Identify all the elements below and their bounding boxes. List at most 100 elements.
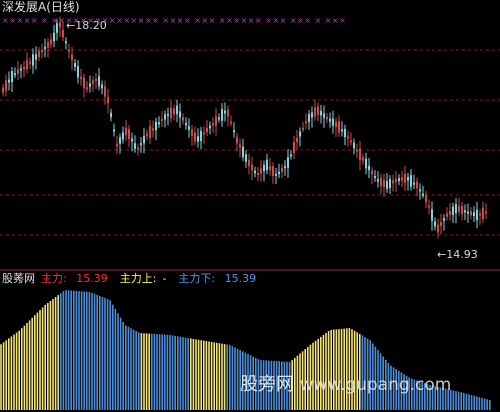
candle-body [449,210,451,215]
candle-body [392,180,394,184]
candle-body [182,117,184,121]
candle-body [149,126,151,138]
candle-body [254,170,256,174]
candle-body [131,138,133,142]
candle-body [311,112,313,118]
candle-body [155,121,157,131]
candle-body [470,211,472,216]
candle-body [17,69,19,74]
candle-body [350,140,352,143]
candle-body [119,137,121,144]
candle-body [263,164,265,172]
candle-body [5,80,7,91]
candle-body [413,182,415,185]
candle-body [221,109,223,121]
candle-body [473,212,475,217]
candle-body [224,110,226,114]
candle-body [410,174,412,187]
candle-body [218,117,220,120]
candle-body [128,128,130,140]
candle-body [407,176,409,181]
candle-body [71,54,73,61]
candle-body [416,181,418,189]
candle-body [371,170,373,175]
candle-body [464,210,466,213]
watermark: 股旁网 www.gupang.com [240,370,451,396]
candle-body [419,189,421,192]
candle-body [191,129,193,136]
candle-body [197,136,199,142]
candle-body [428,205,430,208]
candle-body [77,66,79,78]
stock-chart[interactable] [0,0,500,412]
candle-body [302,127,304,130]
candle-body [173,108,175,115]
candle-body [47,42,49,48]
candle-body [80,76,82,79]
candle-body [248,159,250,167]
candle-body [383,179,385,188]
candle-body [86,87,88,90]
candle-body [389,179,391,188]
candle-body [314,107,316,117]
candle-body [116,143,118,147]
candle-body [335,121,337,127]
candle-body [368,165,370,171]
candle-body [2,87,4,93]
candle-body [440,222,442,226]
candle-body [461,205,463,215]
candle-body [20,68,22,71]
candle-body [122,132,124,140]
candle-body [287,157,289,168]
main-label: 主力: 15.39 [41,272,108,285]
candle-body [401,177,403,181]
chart-title: 深发展A(日线) [2,0,80,14]
signal-marker-row: ××××× × ××××××××××××××× ×××× ××× ×××××× … [2,16,347,25]
candle-body [374,176,376,179]
candle-body [35,54,37,60]
candle-body [23,67,25,70]
candle-body [62,30,64,37]
candle-body [245,154,247,162]
candle-body [479,213,481,216]
candle-body [143,135,145,144]
indicator-legend: 股莠网 主力: 15.39 主力上: - 主力下: 15.39 [2,272,268,285]
candle-body [29,61,31,64]
candle-body [194,132,196,142]
candle-body [230,121,232,124]
candle-body [323,113,325,118]
candle-body [104,86,106,97]
candle-body [347,136,349,139]
candle-body [92,80,94,84]
candle-body [455,204,457,214]
candle-body [50,39,52,45]
candle-body [341,129,343,132]
candle-body [278,171,280,175]
candle-body [353,142,355,149]
candle-body [299,131,301,137]
candle-body [329,118,331,122]
low-price-marker: ←14.93 [437,248,478,261]
candle-body [65,41,67,44]
candle-body [152,128,154,131]
candle-body [437,224,439,233]
candle-body [227,109,229,117]
candle-body [272,166,274,176]
candle-body [146,133,148,137]
candle-body [362,157,364,161]
candle-body [260,168,262,174]
candle-body [233,130,235,133]
candle-body [332,118,334,126]
main-down-label: 主力下: 15.39 [178,272,257,285]
candle-body [95,78,97,81]
candle-body [167,113,169,116]
candle-body [11,70,13,83]
candle-body [257,172,259,176]
candle-body [326,116,328,120]
candle-body [422,193,424,196]
candle-body [137,147,139,150]
candle-body [344,128,346,138]
candle-body [425,194,427,203]
candle-body [83,77,85,88]
candle-body [8,79,10,83]
